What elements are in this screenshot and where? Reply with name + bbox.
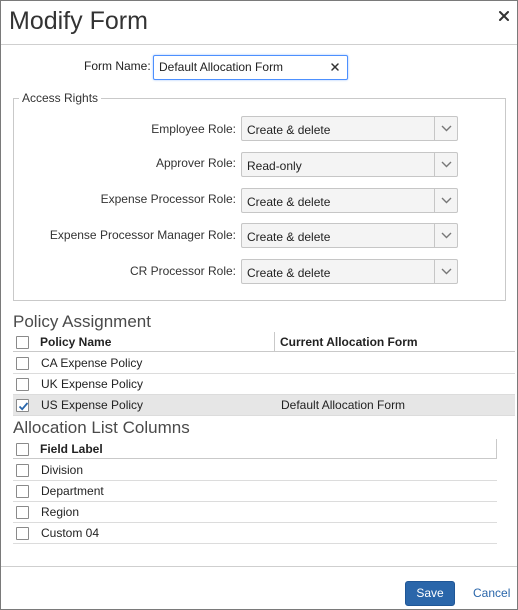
access-rights-legend: Access Rights xyxy=(19,91,102,105)
field-row[interactable]: Division xyxy=(13,460,497,481)
policy-name-cell: US Expense Policy xyxy=(41,398,144,412)
chevron-down-icon xyxy=(434,117,457,140)
approver-role-label: Approver Role: xyxy=(155,156,236,170)
field-row-checkbox[interactable] xyxy=(16,464,29,477)
modify-form-dialog: Modify Form Form Name: Default Allocatio… xyxy=(0,0,518,610)
form-name-label: Form Name: xyxy=(84,59,151,73)
approver-role-select[interactable]: Read-only xyxy=(241,152,458,177)
field-label-table-header: Field Label xyxy=(13,439,497,459)
expense-processor-role-value: Create & delete xyxy=(247,195,331,209)
policy-name-header: Policy Name xyxy=(40,335,112,349)
select-all-policies-checkbox[interactable] xyxy=(16,336,29,349)
save-button[interactable]: Save xyxy=(405,581,455,606)
current-form-cell: Default Allocation Form xyxy=(281,398,406,412)
policy-row[interactable]: US Expense Policy Default Allocation For… xyxy=(13,395,515,416)
allocation-list-columns-title: Allocation List Columns xyxy=(13,418,190,437)
field-row-checkbox[interactable] xyxy=(16,506,29,519)
chevron-down-icon xyxy=(434,224,457,247)
footer-divider xyxy=(1,566,517,567)
clear-input-icon[interactable] xyxy=(329,61,341,73)
chevron-down-icon xyxy=(434,189,457,212)
policy-table-header: Policy Name Current Allocation Form xyxy=(13,332,515,352)
policy-row[interactable]: UK Expense Policy xyxy=(13,374,515,395)
approver-role-value: Read-only xyxy=(247,159,302,173)
cr-processor-role-select[interactable]: Create & delete xyxy=(241,259,458,284)
select-all-fields-checkbox[interactable] xyxy=(16,443,29,456)
expense-processor-manager-role-label: Expense Processor Manager Role: xyxy=(49,228,236,242)
field-label-cell: Region xyxy=(41,505,80,519)
chevron-down-icon xyxy=(434,153,457,176)
cancel-link[interactable]: Cancel xyxy=(473,586,510,600)
cr-processor-role-value: Create & delete xyxy=(247,266,331,280)
field-row-checkbox[interactable] xyxy=(16,485,29,498)
column-divider xyxy=(274,332,275,352)
cr-processor-role-label: CR Processor Role: xyxy=(129,264,236,278)
expense-processor-role-select[interactable]: Create & delete xyxy=(241,188,458,213)
dialog-title: Modify Form xyxy=(9,7,148,35)
current-allocation-form-header: Current Allocation Form xyxy=(280,335,418,349)
field-row[interactable]: Region xyxy=(13,502,497,523)
policy-row[interactable]: CA Expense Policy xyxy=(13,353,515,374)
employee-role-label: Employee Role: xyxy=(151,122,236,136)
expense-processor-manager-role-select[interactable]: Create & delete xyxy=(241,223,458,248)
policy-row-checkbox[interactable] xyxy=(16,357,29,370)
field-label-cell: Department xyxy=(41,484,104,498)
form-name-input[interactable]: Default Allocation Form xyxy=(153,55,348,80)
expense-processor-role-label: Expense Processor Role: xyxy=(100,192,236,206)
dialog-header: Modify Form xyxy=(1,1,517,45)
column-divider xyxy=(496,439,497,459)
policy-row-checkbox-checked[interactable] xyxy=(16,399,29,412)
checkmark-icon xyxy=(18,402,29,411)
chevron-down-icon xyxy=(434,260,457,283)
employee-role-value: Create & delete xyxy=(247,123,331,137)
field-row[interactable]: Custom 04 xyxy=(13,523,497,544)
employee-role-select[interactable]: Create & delete xyxy=(241,116,458,141)
policy-assignment-title: Policy Assignment xyxy=(13,312,151,331)
field-row[interactable]: Department xyxy=(13,481,497,502)
field-label-cell: Custom 04 xyxy=(41,526,100,540)
field-label-cell: Division xyxy=(41,463,84,477)
close-icon[interactable] xyxy=(497,9,511,23)
field-row-checkbox[interactable] xyxy=(16,527,29,540)
policy-row-checkbox[interactable] xyxy=(16,378,29,391)
policy-name-cell: CA Expense Policy xyxy=(41,356,143,370)
policy-name-cell: UK Expense Policy xyxy=(41,377,144,391)
field-label-header: Field Label xyxy=(40,442,103,456)
expense-processor-manager-role-value: Create & delete xyxy=(247,230,331,244)
